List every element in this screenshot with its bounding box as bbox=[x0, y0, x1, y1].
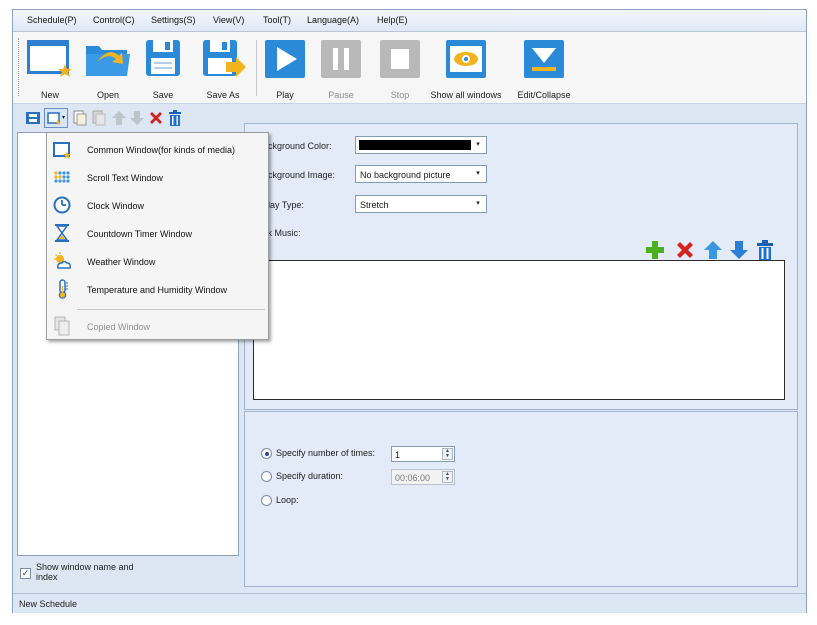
duration-radio[interactable] bbox=[261, 471, 272, 482]
times-label: Specify number of times: bbox=[276, 448, 376, 458]
duration-spinner[interactable]: 00:06:00 ▲ ▼ bbox=[391, 469, 455, 485]
menu-settings[interactable]: Settings(S) bbox=[151, 15, 196, 25]
bg-color-label: ackground Color: bbox=[263, 141, 332, 151]
hourglass-icon bbox=[55, 224, 69, 242]
menubar: Schedule(P) Control(C) Settings(S) View(… bbox=[13, 10, 806, 32]
film-icon[interactable] bbox=[25, 110, 41, 126]
new-icon bbox=[27, 40, 72, 77]
add-window-icon bbox=[47, 112, 61, 125]
menu-item-countdown-window[interactable]: Countdown Timer Window bbox=[47, 219, 268, 247]
duration-value: 00:06:00 bbox=[395, 473, 431, 483]
add-window-menu: Common Window(for kinds of media) Scroll… bbox=[46, 132, 269, 340]
times-value: 1 bbox=[395, 450, 401, 460]
open-folder-icon bbox=[86, 46, 130, 76]
pause-icon bbox=[321, 40, 361, 78]
edit-collapse-label: Edit/Collapse bbox=[517, 90, 571, 100]
copied-window-icon bbox=[54, 316, 70, 336]
common-window-icon bbox=[53, 142, 71, 159]
move-down-icon[interactable] bbox=[729, 240, 749, 260]
menu-control[interactable]: Control(C) bbox=[93, 15, 135, 25]
menu-item-label: Copied Window bbox=[87, 322, 151, 332]
play-icon bbox=[265, 40, 305, 78]
move-up-icon[interactable] bbox=[703, 240, 723, 260]
edit-collapse-button[interactable]: Edit/Collapse bbox=[517, 36, 571, 100]
status-text: New Schedule bbox=[19, 599, 78, 609]
delete-icon[interactable] bbox=[148, 110, 164, 126]
thermometer-icon bbox=[58, 279, 68, 299]
show-all-windows-button[interactable]: Show all windows bbox=[430, 36, 502, 100]
loop-radio[interactable] bbox=[261, 495, 272, 506]
show-name-label: Show window name and index bbox=[36, 562, 134, 582]
save-as-icon bbox=[203, 40, 246, 77]
collapse-icon bbox=[524, 40, 564, 78]
menu-schedule[interactable]: Schedule(P) bbox=[27, 15, 77, 25]
loop-label: Loop: bbox=[276, 495, 299, 505]
times-radio[interactable] bbox=[261, 448, 272, 459]
spinner-buttons[interactable]: ▲ ▼ bbox=[442, 448, 453, 460]
chevron-down-icon: ▾ bbox=[476, 170, 480, 177]
bg-color-picker[interactable]: ▾ bbox=[355, 136, 487, 154]
weather-icon bbox=[54, 252, 71, 269]
play-mode-panel: Specify number of times: 1 ▲ ▼ Specify du… bbox=[244, 411, 798, 587]
menu-language[interactable]: Language(A) bbox=[307, 15, 359, 25]
eye-icon bbox=[446, 40, 486, 78]
clock-icon bbox=[53, 196, 71, 214]
menu-item-label: Clock Window bbox=[87, 201, 145, 211]
duration-label: Specify duration: bbox=[276, 471, 344, 481]
chevron-down-icon: ▾ bbox=[476, 200, 480, 207]
menu-item-temperature-window[interactable]: Temperature and Humidity Window bbox=[47, 275, 268, 303]
toolbar-separator bbox=[256, 40, 257, 96]
add-window-dropdown-button[interactable]: ▾ bbox=[44, 108, 68, 128]
menu-item-label: Countdown Timer Window bbox=[87, 229, 193, 239]
copy-icon[interactable] bbox=[72, 110, 88, 126]
toolbar-grip bbox=[18, 38, 21, 96]
show-name-checkbox[interactable]: ✓ bbox=[20, 568, 31, 579]
main-toolbar: New Open Save Save As Play Pause Stop Sh… bbox=[13, 32, 806, 104]
music-list[interactable] bbox=[253, 260, 785, 400]
music-toolbar bbox=[643, 238, 793, 262]
show-all-windows-label: Show all windows bbox=[430, 90, 502, 100]
remove-icon[interactable] bbox=[675, 240, 695, 260]
bg-image-select[interactable]: No background picture ▾ bbox=[355, 165, 487, 183]
menu-item-common-window[interactable]: Common Window(for kinds of media) bbox=[47, 135, 268, 163]
menu-item-clock-window[interactable]: Clock Window bbox=[47, 191, 268, 219]
menu-item-label: Weather Window bbox=[87, 257, 156, 267]
paste-icon[interactable] bbox=[91, 110, 107, 126]
bg-image-label: ackground Image: bbox=[263, 170, 336, 180]
trash-icon[interactable] bbox=[755, 240, 775, 260]
spinner-buttons[interactable]: ▲ ▼ bbox=[442, 471, 453, 483]
times-spinner[interactable]: 1 ▲ ▼ bbox=[391, 446, 455, 462]
scroll-text-icon bbox=[54, 171, 70, 183]
stop-button[interactable]: Stop bbox=[378, 36, 422, 100]
display-type-select[interactable]: Stretch ▾ bbox=[355, 195, 487, 213]
menu-item-label: Common Window(for kinds of media) bbox=[87, 145, 236, 155]
chevron-down-icon: ▾ bbox=[62, 115, 66, 121]
pause-button[interactable]: Pause bbox=[319, 36, 363, 100]
save-as-button[interactable]: Save As bbox=[198, 36, 248, 100]
menu-help[interactable]: Help(E) bbox=[377, 15, 408, 25]
schedule-settings-panel: ackground Color: ▾ ackground Image: No b… bbox=[244, 123, 798, 410]
bg-color-swatch bbox=[359, 140, 471, 150]
add-icon[interactable] bbox=[645, 240, 665, 260]
save-icon bbox=[146, 40, 180, 76]
menu-item-label: Temperature and Humidity Window bbox=[87, 285, 228, 295]
bg-image-value: No background picture bbox=[360, 170, 451, 180]
menu-separator bbox=[77, 309, 265, 310]
chevron-down-icon: ▾ bbox=[476, 141, 480, 148]
stop-icon bbox=[380, 40, 420, 78]
menu-item-weather-window[interactable]: Weather Window bbox=[47, 247, 268, 275]
statusbar: New Schedule bbox=[13, 593, 806, 613]
display-type-label: play Type: bbox=[263, 200, 304, 210]
window-list-toolbar: ▾ bbox=[17, 108, 242, 130]
display-type-value: Stretch bbox=[360, 200, 389, 210]
menu-view[interactable]: View(V) bbox=[213, 15, 244, 25]
menu-item-copied-window: Copied Window bbox=[47, 312, 268, 340]
trash-icon[interactable] bbox=[167, 110, 183, 126]
arrow-up-icon[interactable] bbox=[111, 110, 127, 126]
menu-item-scroll-text-window[interactable]: Scroll Text Window bbox=[47, 163, 268, 191]
menu-tool[interactable]: Tool(T) bbox=[263, 15, 291, 25]
menu-item-label: Scroll Text Window bbox=[87, 173, 163, 183]
arrow-down-icon[interactable] bbox=[129, 110, 145, 126]
